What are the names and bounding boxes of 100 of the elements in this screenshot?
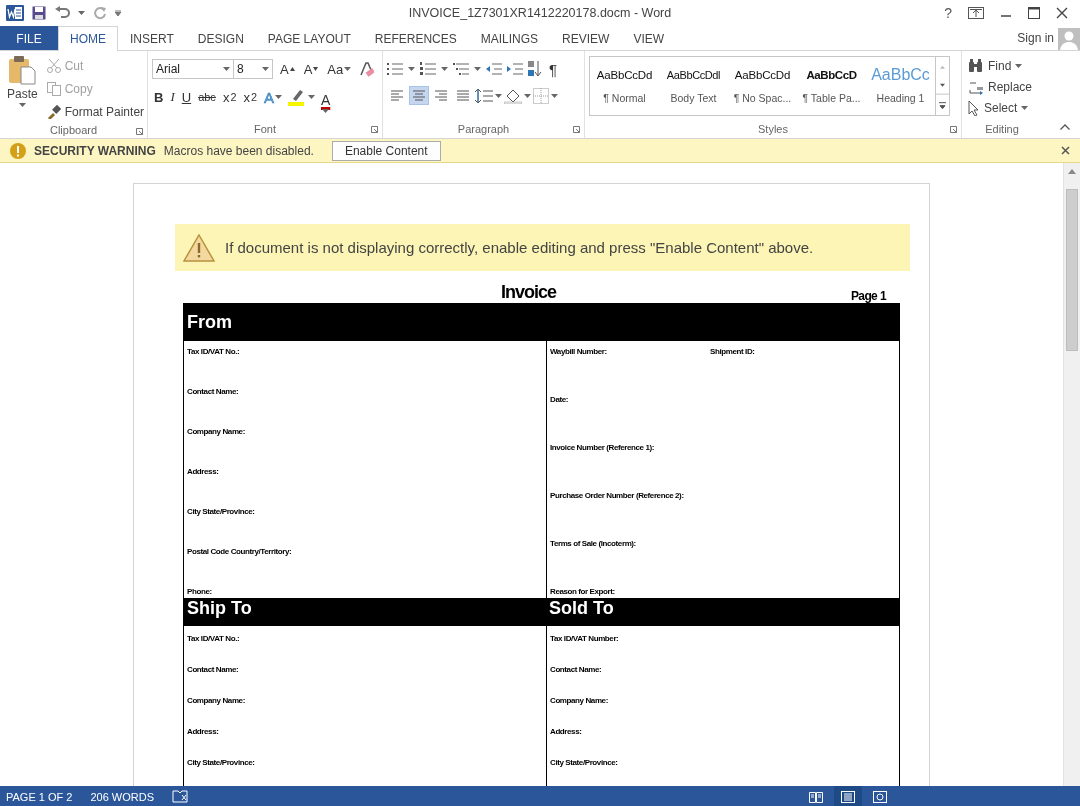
caret-icon[interactable] — [344, 67, 352, 71]
group-label: Paragraph — [457, 123, 510, 135]
show-marks-button[interactable]: ¶ — [547, 58, 560, 80]
italic-button[interactable]: I — [168, 86, 177, 108]
ribbon-tab[interactable]: REFERENCES — [362, 27, 469, 50]
bold-button[interactable]: B — [152, 86, 166, 108]
font-size-field[interactable]: 8 — [233, 59, 273, 79]
scroll-up-icon[interactable] — [1068, 169, 1076, 174]
clear-formatting-icon[interactable] — [358, 61, 375, 77]
caret-icon[interactable] — [78, 11, 85, 15]
field-label: Address: — [550, 727, 583, 736]
caret-icon[interactable] — [1021, 105, 1029, 110]
caret-icon[interactable] — [551, 93, 558, 98]
line-spacing-icon[interactable] — [475, 87, 493, 104]
page-count[interactable]: PAGE 1 OF 2 — [6, 790, 73, 803]
ribbon-tab[interactable]: MAILINGS — [468, 27, 551, 50]
caret-icon[interactable] — [408, 67, 415, 71]
pointer-icon — [968, 99, 980, 116]
style-item[interactable]: AaBbCcDd ¶ No Spac... — [728, 57, 797, 113]
collapse-ribbon-icon[interactable] — [1060, 124, 1070, 130]
replace-button[interactable]: Replace — [966, 76, 1038, 97]
caret-icon[interactable] — [441, 67, 448, 71]
dialog-launcher-icon[interactable] — [136, 128, 143, 135]
print-view-button[interactable] — [834, 786, 862, 806]
style-item[interactable]: AaBbCc Heading 1 — [866, 57, 935, 113]
caret-icon[interactable] — [322, 109, 330, 113]
clipboard-icon[interactable] — [8, 55, 37, 85]
caret-icon[interactable] — [524, 93, 531, 98]
sign-in-link[interactable]: Sign in — [1017, 31, 1054, 45]
increase-indent-icon[interactable] — [507, 62, 523, 76]
brush-icon — [46, 104, 61, 119]
customize-caret-icon[interactable] — [115, 10, 121, 16]
close-icon[interactable] — [1061, 146, 1070, 155]
select-button[interactable]: Select — [966, 97, 1038, 118]
caret-icon[interactable] — [307, 95, 315, 99]
field-label: Company Name: — [550, 696, 609, 705]
file-tab[interactable]: FILE — [0, 26, 58, 50]
ribbon-tab[interactable]: HOME — [58, 26, 118, 51]
ribbon-tab[interactable]: VIEW — [621, 27, 677, 50]
grow-font-button[interactable]: A — [278, 58, 297, 80]
shrink-font-button[interactable]: A — [301, 58, 321, 80]
warning-icon — [10, 142, 26, 159]
style-item[interactable]: AaBbCcDd ¶ Normal — [590, 57, 659, 113]
caret-icon[interactable] — [274, 95, 282, 99]
close-icon[interactable] — [1056, 7, 1068, 19]
scrollbar-thumb[interactable] — [1066, 189, 1078, 351]
field-label: Contact Name: — [550, 665, 603, 674]
bullets-icon[interactable] — [387, 62, 403, 76]
multilevel-list-icon[interactable] — [453, 62, 469, 76]
caret-icon[interactable] — [495, 93, 502, 98]
ribbon-tab[interactable]: DESIGN — [185, 27, 256, 50]
save-icon[interactable] — [32, 6, 46, 20]
find-button[interactable]: Find — [966, 55, 1038, 76]
field-label: City State/Province: — [187, 507, 256, 516]
numbering-icon[interactable] — [420, 62, 436, 76]
sort-icon[interactable] — [528, 61, 542, 77]
caret-icon[interactable] — [223, 67, 230, 71]
field-label: Phone: — [187, 587, 213, 596]
caret-icon[interactable] — [474, 67, 481, 71]
ribbon-tab[interactable]: INSERT — [118, 27, 186, 50]
warning-title: SECURITY WARNING — [34, 143, 156, 158]
caret-icon[interactable] — [1015, 63, 1023, 68]
help-button[interactable]: ? — [944, 5, 952, 21]
caret-icon[interactable] — [18, 103, 26, 107]
group-label: Styles — [758, 123, 788, 135]
word-count[interactable]: 206 WORDS — [90, 790, 154, 803]
enable-content-button[interactable]: Enable Content — [331, 140, 441, 161]
dialog-launcher-icon[interactable] — [950, 126, 957, 133]
align-right-icon — [434, 89, 448, 102]
word-logo-icon[interactable] — [6, 4, 24, 22]
painter-button[interactable]: Format Painter — [44, 101, 147, 122]
ribbon-tab[interactable]: REVIEW — [550, 27, 622, 50]
align-left-icon — [390, 89, 404, 102]
style-item[interactable]: AaBbCcD ¶ Table Pa... — [797, 57, 866, 113]
strike-button[interactable]: abc — [196, 86, 218, 108]
field-label: City State/Province: — [550, 758, 619, 767]
caret-icon[interactable] — [262, 67, 269, 71]
align-center-icon — [412, 89, 426, 102]
decrease-indent-icon[interactable] — [486, 62, 502, 76]
maximize-icon[interactable] — [1028, 7, 1040, 19]
proofing-icon[interactable] — [172, 789, 188, 804]
style-item[interactable]: AaBbCcDdl Body Text — [659, 57, 728, 113]
ribbon-display-icon[interactable] — [968, 7, 984, 19]
underline-button[interactable]: U — [179, 86, 194, 108]
font-name-field[interactable]: Arial — [152, 59, 234, 79]
highlighter-icon[interactable] — [286, 88, 305, 106]
ribbon-tab[interactable]: PAGE LAYOUT — [255, 27, 363, 50]
section-title: Sold To — [548, 598, 615, 619]
change-case-button[interactable]: Aa — [325, 58, 354, 80]
font-color-button[interactable]: A — [317, 86, 334, 108]
field-label: Company Name: — [187, 427, 246, 436]
warning-message: Macros have been disabled. — [163, 143, 314, 158]
web-layout-icon — [873, 790, 887, 803]
scrollbar[interactable] — [1063, 163, 1080, 786]
group-label: Editing — [985, 123, 1019, 135]
undo-icon[interactable] — [54, 6, 70, 20]
dialog-launcher-icon[interactable] — [573, 126, 580, 133]
dialog-launcher-icon[interactable] — [371, 126, 378, 133]
shading-icon[interactable] — [504, 87, 522, 104]
paste-button[interactable]: Paste — [4, 55, 41, 122]
